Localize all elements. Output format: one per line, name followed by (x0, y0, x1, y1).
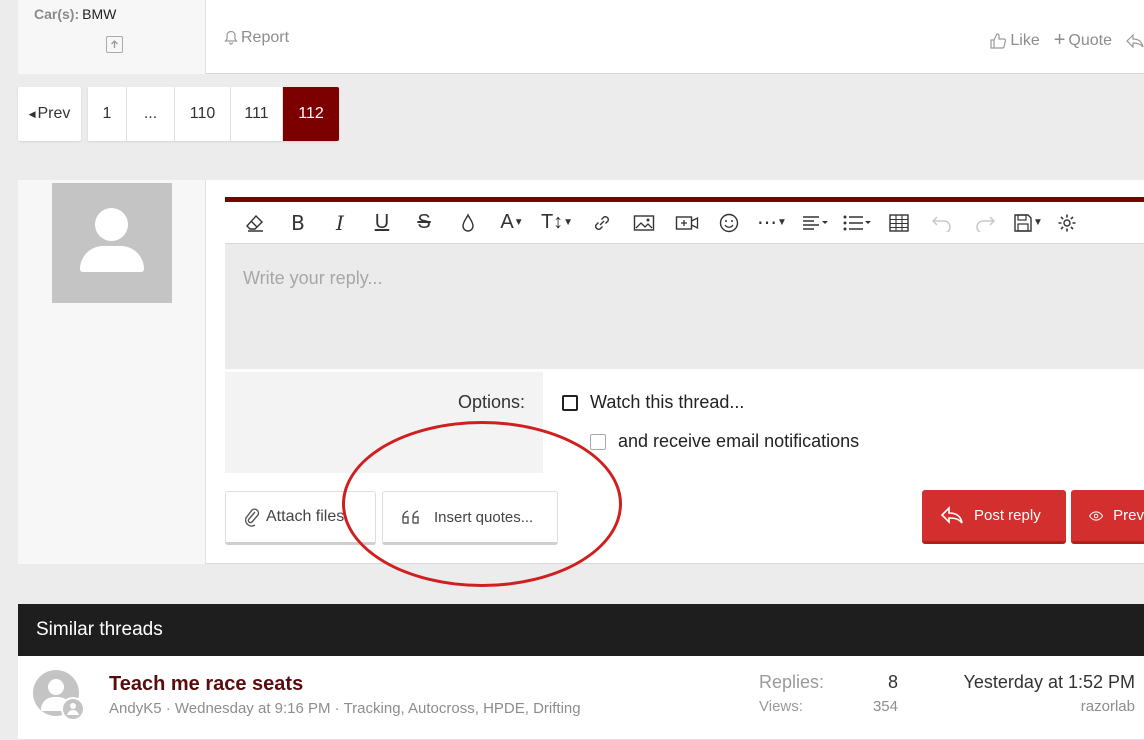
watch-thread-option[interactable]: Watch this thread... (562, 392, 744, 413)
post-author-column: Car(s): BMW (18, 0, 206, 74)
scroll-up-icon[interactable] (106, 36, 123, 53)
replies-count: 8 (887, 672, 898, 692)
page-current-button[interactable]: 112 (283, 87, 339, 141)
views-label: Views: (759, 698, 803, 715)
post-footer: Car(s): BMW Report Like + Quote (18, 0, 1144, 74)
align-icon[interactable] (795, 202, 835, 244)
reply-arrow-icon (1126, 33, 1144, 48)
underline-icon[interactable]: U (361, 202, 403, 244)
email-notifications-option[interactable]: and receive email notifications (590, 431, 859, 452)
page-ellipsis-button[interactable]: ... (127, 87, 175, 141)
user-badge-icon (61, 697, 85, 721)
attach-files-label: Attach files (266, 508, 345, 525)
quote-label: Quote (1068, 31, 1112, 49)
page-110-button[interactable]: 110 (175, 87, 231, 141)
media-icon[interactable] (665, 202, 709, 244)
avatar (52, 183, 172, 303)
email-notifications-checkbox[interactable] (590, 433, 606, 450)
reply-author-column (18, 180, 206, 564)
reply-options: Options: Watch this thread... and receiv… (225, 372, 1144, 473)
reply-arrow-icon (940, 505, 963, 524)
preview-button[interactable]: Prev (1071, 490, 1144, 544)
clear-format-icon[interactable] (233, 202, 277, 244)
font-family-icon[interactable]: A ▼ (491, 202, 533, 244)
quick-reply: B I U S A ▼ T↕ ▼ ⋯ ▼ ▼ Write your reply.… (18, 180, 1144, 564)
pagination-prev-button[interactable]: ◀ Prev (18, 87, 81, 141)
options-label: Options: (457, 392, 525, 412)
cars-info: Car(s): BMW (34, 6, 116, 22)
pagination: ◀ Prev 1 ... 110 111 112 (18, 87, 339, 141)
similar-threads-heading: Similar threads (18, 604, 1144, 656)
smiley-icon[interactable] (709, 202, 749, 244)
thumbs-up-icon (990, 32, 1007, 49)
like-button[interactable]: Like (989, 31, 1040, 50)
more-options-icon[interactable]: ⋯ ▼ (749, 202, 795, 244)
page-1-button[interactable]: 1 (88, 87, 127, 141)
editor-toolbar: B I U S A ▼ T↕ ▼ ⋯ ▼ ▼ (225, 202, 1144, 244)
options-label-cell: Options: (225, 372, 543, 473)
thread-meta: AndyK5 · Wednesday at 9:16 PM · Tracking… (109, 700, 581, 717)
list-item[interactable]: Teach me race seats AndyK5 · Wednesday a… (18, 656, 1144, 740)
views-count: 354 (872, 698, 898, 715)
attach-files-button[interactable]: Attach files (225, 491, 376, 545)
page-111-button[interactable]: 111 (231, 87, 283, 141)
like-label: Like (1010, 31, 1040, 49)
post-reply-label: Post reply (974, 507, 1041, 524)
last-post-user[interactable]: razorlab (978, 698, 1135, 715)
cars-label: Car(s): (34, 6, 80, 22)
watch-thread-label: Watch this thread... (590, 392, 745, 412)
paperclip-icon (244, 508, 260, 527)
quote-button[interactable]: + Quote (1054, 29, 1112, 52)
insert-quotes-button[interactable]: Insert quotes... (382, 491, 558, 545)
report-link[interactable]: Report (224, 29, 289, 47)
similar-threads: Similar threads Teach me race seats Andy… (18, 604, 1144, 740)
plus-icon: + (1053, 29, 1066, 51)
preview-label: Prev (1113, 507, 1144, 524)
table-icon[interactable] (879, 202, 919, 244)
cars-value: BMW (82, 6, 117, 22)
font-size-icon[interactable]: T↕ ▼ (533, 202, 581, 244)
prev-label: Prev (37, 105, 71, 122)
post-actions: Like + Quote (989, 29, 1144, 52)
bold-icon[interactable]: B (277, 202, 319, 244)
email-notifications-label: and receive email notifications (618, 431, 860, 451)
eye-icon (1089, 510, 1104, 521)
undo-icon[interactable] (919, 202, 965, 244)
list-icon[interactable] (835, 202, 879, 244)
drafts-icon[interactable]: ▼ (1005, 202, 1051, 244)
redo-icon[interactable] (965, 202, 1005, 244)
watch-thread-checkbox[interactable] (562, 394, 578, 411)
strikethrough-icon[interactable]: S (403, 202, 445, 244)
replies-label: Replies: (759, 672, 825, 692)
image-icon[interactable] (623, 202, 665, 244)
reply-textarea[interactable]: Write your reply... (243, 268, 382, 289)
quote-icon (402, 510, 419, 524)
post-reply-button[interactable]: Post reply (922, 490, 1066, 544)
reply-button[interactable] (1126, 33, 1144, 49)
last-post-date[interactable]: Yesterday at 1:52 PM (918, 672, 1135, 693)
insert-quotes-label: Insert quotes... (434, 508, 534, 526)
triangle-left-icon: ◀ (28, 108, 36, 119)
text-color-icon[interactable] (445, 202, 491, 244)
thread-title-link[interactable]: Teach me race seats (109, 673, 303, 696)
settings-gear-icon[interactable] (1051, 202, 1083, 244)
link-icon[interactable] (581, 202, 623, 244)
report-label: Report (241, 29, 290, 46)
italic-icon[interactable]: I (319, 202, 361, 244)
bell-icon (224, 30, 238, 45)
reply-editor: B I U S A ▼ T↕ ▼ ⋯ ▼ ▼ Write your reply.… (225, 197, 1144, 369)
